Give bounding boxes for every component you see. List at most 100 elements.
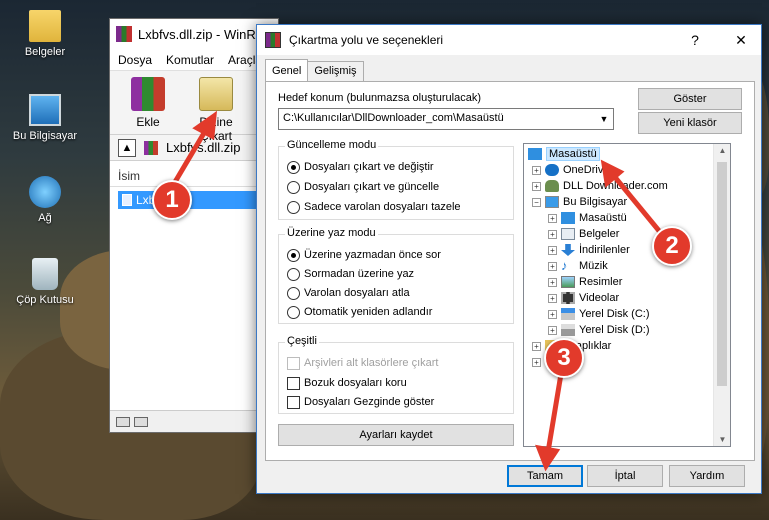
column-header-name[interactable]: İsim [110,165,278,187]
desktop-icon-ag[interactable]: Ağ [0,176,90,224]
cancel-button[interactable]: İptal [587,465,663,487]
help-title-button[interactable]: ? [675,25,715,55]
update-mode-option-update[interactable]: Dosyaları çıkart ve güncelle [287,179,439,195]
downloads-icon [561,244,575,256]
radio[interactable] [287,200,300,214]
overwrite-option-skip[interactable]: Varolan dosyaları atla [287,285,410,301]
expander[interactable]: + [548,229,557,239]
videos-icon [561,292,575,304]
desktop-icon-bu-bilgisayar[interactable]: Bu Bilgisayar [0,94,90,142]
desktop-icon-label: Ağ [38,212,52,224]
radio[interactable] [287,286,300,300]
extract-to-button[interactable]: Dizine Çıkart [186,77,246,143]
winrar-icon [265,32,281,48]
expander[interactable]: + [532,165,541,175]
tree-item-masaustu[interactable]: + Masaüstü [548,210,627,226]
checkbox-disabled [287,356,300,370]
tree-item-label: Masaüstü [546,147,600,161]
save-settings-button[interactable]: Ayarları kaydet [278,424,514,446]
dialog-tabs: Genel Gelişmiş [265,59,364,81]
annotation-badge-3: 3 [544,338,584,378]
desktop-icon-label: Bu Bilgisayar [12,130,78,142]
scroll-down-icon[interactable]: ▼ [714,435,730,444]
tree-item-bu-bilgisayar[interactable]: − Bu Bilgisayar [532,194,627,210]
expander[interactable]: + [532,357,541,367]
expander[interactable]: + [532,341,541,351]
misc-option-keep-broken[interactable]: Bozuk dosyaları koru [287,375,407,391]
radio-selected[interactable] [287,160,300,174]
up-folder-button[interactable]: ▲ [118,138,136,157]
folder-documents-icon [29,10,61,42]
misc-option-show-in-explorer[interactable]: Dosyaları Gezginde göster [287,394,434,410]
overwrite-option-overwrite[interactable]: Sormadan üzerine yaz [287,266,414,282]
expander[interactable]: + [548,213,557,223]
update-mode-option-replace[interactable]: Dosyaları çıkart ve değiştir [287,159,434,175]
tree-item-label: İndirilenler [579,244,630,256]
expander[interactable]: + [548,277,557,287]
winrar-toolbar: Ekle Dizine Çıkart [110,71,278,143]
expander[interactable]: + [548,293,557,303]
expander[interactable]: + [532,181,541,191]
expander[interactable]: + [548,325,557,335]
checkbox[interactable] [287,376,300,390]
expander[interactable]: − [532,197,541,207]
option-label: Otomatik yeniden adlandır [304,306,433,318]
chevron-down-icon[interactable]: ▼ [595,109,613,129]
drive-icon [561,308,575,320]
desktop-icon-cop-kutusu[interactable]: Çöp Kutusu [0,258,90,306]
add-archive-icon [131,77,165,111]
tree-item-resimler[interactable]: + Resimler [548,274,622,290]
add-button[interactable]: Ekle [118,77,178,129]
expander[interactable]: + [548,261,557,271]
tree-item-disk-d[interactable]: + Yerel Disk (D:) [548,322,650,338]
overwrite-mode-title: Üzerine yaz modu [285,227,378,239]
tree-item-dll-downloader[interactable]: + DLL Downloader.com [532,178,668,194]
winrar-titlebar[interactable]: Lxbfvs.dll.zip - WinRAR [110,19,278,49]
menu-komutlar[interactable]: Komutlar [166,53,214,67]
scroll-up-icon[interactable]: ▲ [714,146,730,155]
dialog-title: Çıkartma yolu ve seçenekleri [289,33,444,47]
tree-scrollbar[interactable]: ▲ ▼ [713,144,730,446]
tree-item-label: Yerel Disk (D:) [579,324,650,336]
tree-item-onedrive[interactable]: + OneDrive [532,162,609,178]
menu-dosya[interactable]: Dosya [118,53,152,67]
show-button[interactable]: Göster [638,88,742,110]
update-mode-title: Güncelleme modu [285,139,379,151]
option-label: Bozuk dosyaları koru [304,377,407,389]
extract-to-button-label: Dizine Çıkart [199,115,233,143]
misc-title: Çeşitli [285,335,319,347]
extract-to-icon [199,77,233,111]
tab-gelismis[interactable]: Gelişmiş [307,61,364,81]
tree-item-disk-c[interactable]: + Yerel Disk (C:) [548,306,650,322]
tree-item-indirilenler[interactable]: + İndirilenler [548,242,630,258]
tab-genel[interactable]: Genel [265,59,309,81]
expander[interactable]: + [548,309,557,319]
destination-label: Hedef konum (bulunmazsa oluşturulacak) [278,92,481,104]
tree-item-videolar[interactable]: + Videolar [548,290,619,306]
tree-item-label: DLL Downloader.com [563,180,668,192]
expander[interactable]: + [548,245,557,255]
overwrite-option-rename[interactable]: Otomatik yeniden adlandır [287,304,432,320]
tree-item-muzik[interactable]: + ♪ Müzik [548,258,608,274]
ok-button[interactable]: Tamam [507,465,583,487]
radio[interactable] [287,305,300,319]
winrar-menubar: Dosya Komutlar Araçlar [110,49,278,71]
folder-tree[interactable]: Masaüstü + OneDrive + DLL Downloader.com… [523,143,731,447]
radio[interactable] [287,180,300,194]
close-button[interactable]: ✕ [721,25,761,55]
scrollbar-thumb[interactable] [717,162,727,386]
desktop-icon-belgeler[interactable]: Belgeler [0,10,90,58]
file-row[interactable]: Lxbfvs.dll [118,191,278,209]
tree-item-masaustu-root[interactable]: Masaüstü [528,146,600,162]
help-button[interactable]: Yardım [669,465,745,487]
new-folder-button[interactable]: Yeni klasör [638,112,742,134]
radio[interactable] [287,267,300,281]
tree-item-belgeler[interactable]: + Belgeler [548,226,619,242]
overwrite-option-ask[interactable]: Üzerine yazmadan önce sor [287,247,441,263]
tree-item-label: OneDrive [563,164,610,176]
destination-path-combo[interactable]: C:\Kullanıcılar\DllDownloader_com\Masaüs… [278,108,614,130]
checkbox[interactable] [287,395,300,409]
radio-selected[interactable] [287,248,300,262]
dialog-titlebar[interactable]: Çıkartma yolu ve seçenekleri ? ✕ [257,25,761,55]
update-mode-option-refresh[interactable]: Sadece varolan dosyaları tazele [287,199,461,215]
